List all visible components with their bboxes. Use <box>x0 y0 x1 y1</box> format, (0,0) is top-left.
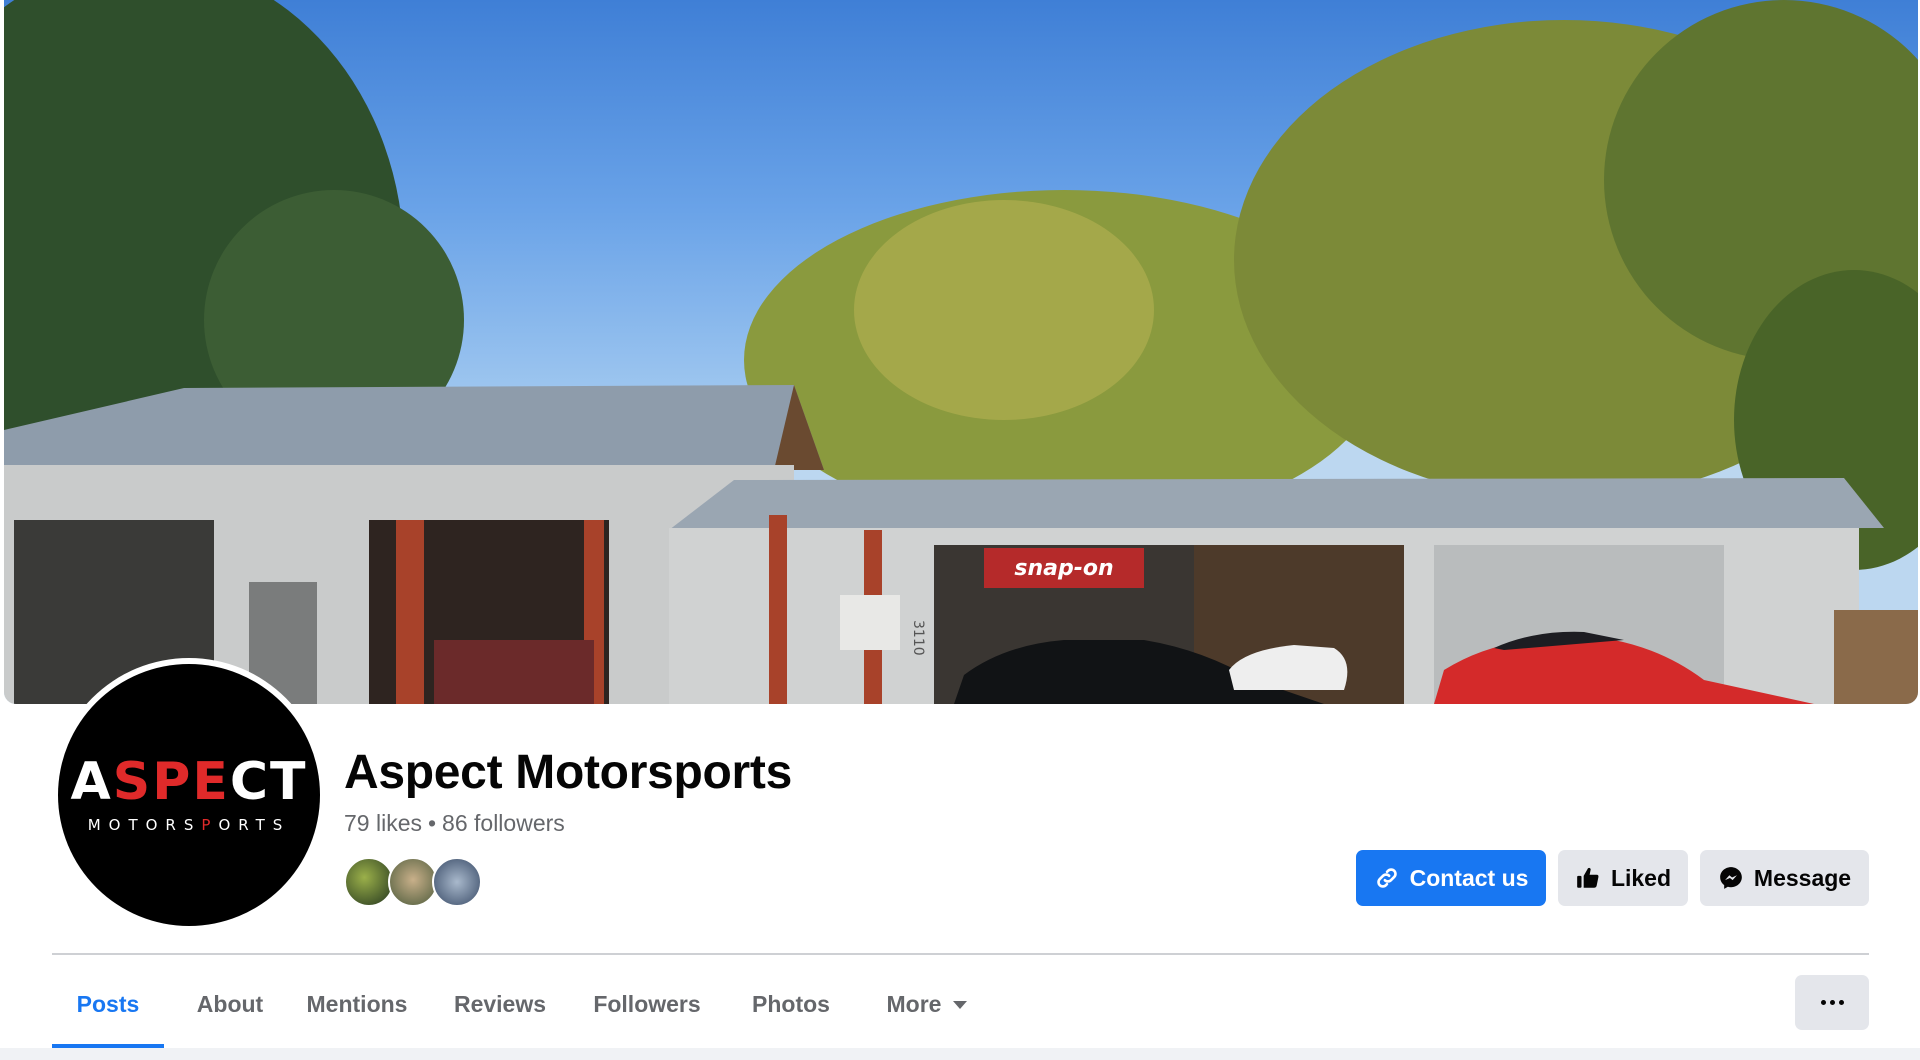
logo-subtitle: MOTORSPORTS <box>87 816 291 834</box>
page-title: Aspect Motorsports <box>344 746 792 799</box>
thumbs-up-icon <box>1577 867 1599 888</box>
tab-about[interactable]: About <box>177 960 283 1048</box>
profile-avatar[interactable]: ASPECT MOTORSPORTS <box>58 664 320 926</box>
message-button[interactable]: Message <box>1700 850 1869 906</box>
header-divider <box>52 953 1869 955</box>
liked-label: Liked <box>1610 864 1672 891</box>
contact-us-label: Contact us <box>1409 864 1529 891</box>
likes-count[interactable]: 79 likes <box>344 810 422 836</box>
cover-address-text: 3110 <box>910 620 926 656</box>
cover-sign-text: snap-on <box>1014 556 1113 581</box>
link-icon <box>1376 868 1397 888</box>
friend-avatar[interactable] <box>432 857 482 907</box>
logo-wordmark: ASPECT <box>70 752 308 812</box>
cover-photo[interactable]: snap-on 3110 <box>4 0 1918 704</box>
more-dots-icon <box>1820 1000 1826 1005</box>
friend-avatar[interactable] <box>388 857 438 907</box>
tab-posts[interactable]: Posts <box>52 960 164 1048</box>
stats-separator: • <box>427 810 437 836</box>
contact-us-button[interactable]: Contact us <box>1356 850 1546 906</box>
followers-count[interactable]: 86 followers <box>442 810 565 836</box>
liked-button[interactable]: Liked <box>1558 850 1688 906</box>
tab-reviews[interactable]: Reviews <box>434 960 566 1048</box>
friend-avatar[interactable] <box>344 857 394 907</box>
page-stats: 79 likes • 86 followers <box>344 810 565 837</box>
tab-more[interactable]: More <box>864 960 990 1048</box>
caret-down-icon <box>953 1001 968 1009</box>
message-label: Message <box>1753 864 1852 891</box>
tab-followers[interactable]: Followers <box>574 960 720 1048</box>
messenger-icon <box>1720 867 1742 889</box>
tab-mentions[interactable]: Mentions <box>288 960 426 1048</box>
more-options-button[interactable] <box>1795 975 1869 1030</box>
cover-illustration: snap-on 3110 <box>4 0 1918 704</box>
feed-background-strip <box>0 1048 1920 1060</box>
tab-photos[interactable]: Photos <box>728 960 854 1048</box>
